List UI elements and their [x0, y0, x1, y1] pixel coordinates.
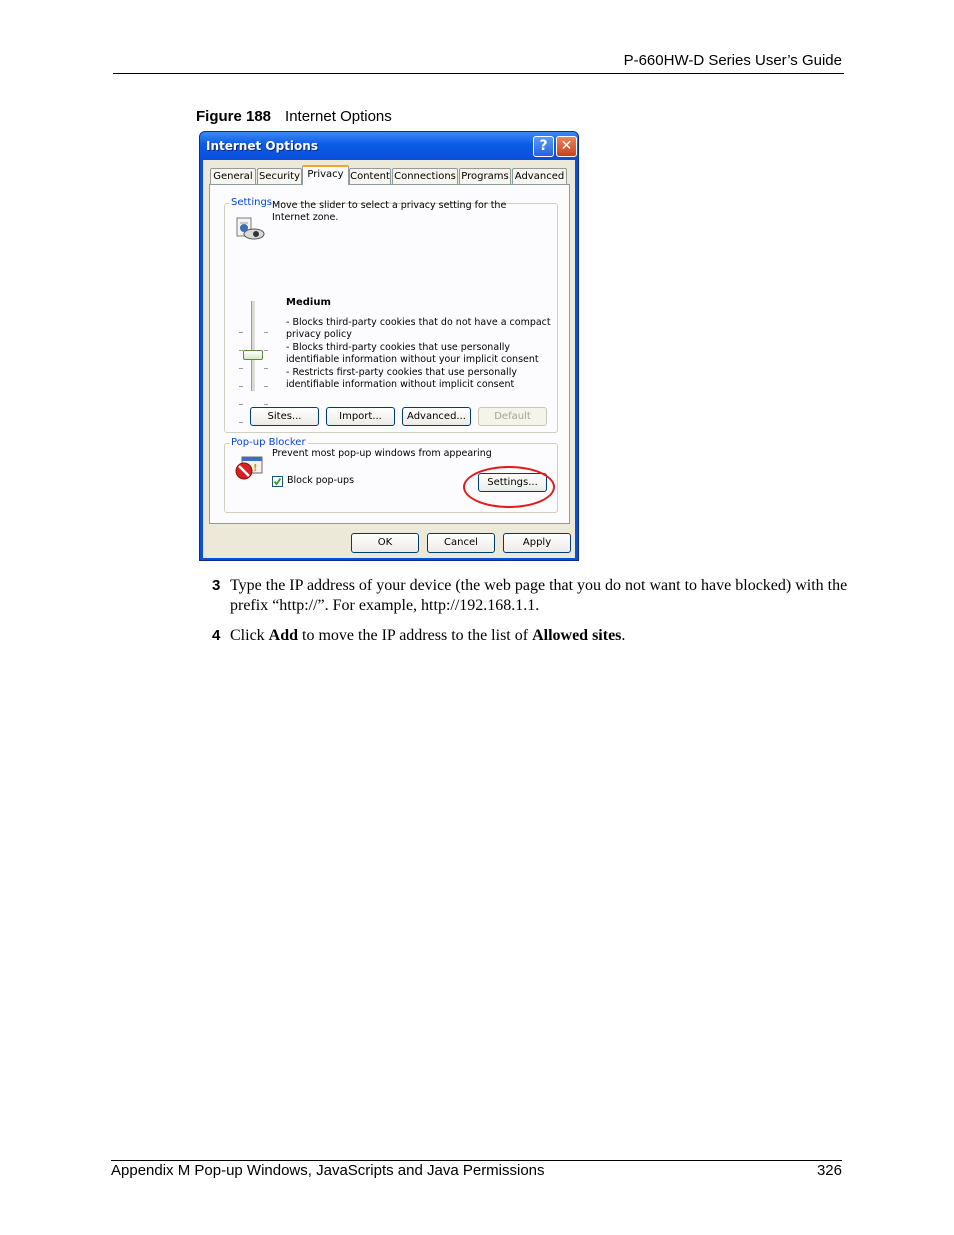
- advanced-button[interactable]: Advanced...: [402, 407, 471, 426]
- privacy-rule: - Blocks third-party cookies that use pe…: [286, 341, 539, 366]
- privacy-icon: [236, 217, 265, 240]
- privacy-rule: - Restricts first-party cookies that use…: [286, 366, 517, 391]
- privacy-slider-thumb[interactable]: [243, 350, 263, 360]
- step-text: Click Add to move the IP address to the …: [230, 626, 850, 646]
- block-popups-label: Block pop-ups: [287, 475, 355, 486]
- slider-tick: [264, 386, 268, 387]
- tab-privacy[interactable]: Privacy: [302, 165, 349, 185]
- privacy-level: Medium: [286, 297, 331, 308]
- step-text-part: Click: [230, 627, 269, 644]
- sites-button[interactable]: Sites...: [250, 407, 319, 426]
- apply-button[interactable]: Apply: [503, 533, 571, 553]
- default-button: Default: [478, 407, 547, 426]
- slider-tick: [239, 404, 243, 405]
- page-number: 326: [816, 1162, 842, 1179]
- tab-advanced[interactable]: Advanced: [512, 168, 567, 184]
- slider-tick: [239, 386, 243, 387]
- popup-blocker-icon: !: [235, 456, 263, 480]
- page-header-title: P-660HW-D Series User’s Guide: [623, 52, 842, 69]
- help-icon: ?: [539, 138, 548, 154]
- close-icon: ✕: [560, 138, 573, 154]
- privacy-slider-track[interactable]: [251, 301, 256, 391]
- close-button[interactable]: ✕: [556, 136, 577, 157]
- step-number: 3: [212, 577, 221, 594]
- figure-label: Figure 188: [196, 108, 272, 125]
- import-button[interactable]: Import...: [326, 407, 395, 426]
- step-text-part: to move the IP address to the list of: [298, 627, 533, 644]
- tab-programs[interactable]: Programs: [459, 168, 511, 184]
- tab-security[interactable]: Security: [257, 168, 302, 184]
- tab-general[interactable]: General: [210, 168, 256, 184]
- help-button[interactable]: ?: [533, 136, 554, 157]
- tab-content[interactable]: Content: [349, 168, 391, 184]
- slider-tick: [239, 332, 243, 333]
- figure-caption: Figure 188 Internet Options: [196, 108, 392, 125]
- ok-button[interactable]: OK: [351, 533, 419, 553]
- slider-tick: [239, 422, 243, 423]
- privacy-rule: - Blocks third-party cookies that do not…: [286, 317, 551, 341]
- cancel-button[interactable]: Cancel: [427, 533, 495, 553]
- block-popups-checkbox[interactable]: [272, 476, 283, 487]
- slider-tick: [264, 404, 268, 405]
- settings-group-label: Settings: [229, 197, 275, 208]
- allowed-sites-term: Allowed sites: [532, 627, 622, 644]
- privacy-instruction: Move the slider to select a privacy sett…: [272, 200, 507, 224]
- highlight-ellipse: [463, 466, 555, 508]
- figure-title: Internet Options: [285, 108, 392, 125]
- dialog-title: Internet Options: [206, 139, 318, 153]
- footer-section-title: Appendix M Pop-up Windows, JavaScripts a…: [111, 1162, 545, 1179]
- step-number: 4: [212, 627, 221, 644]
- slider-tick: [264, 368, 268, 369]
- tab-connections[interactable]: Connections: [392, 168, 458, 184]
- privacy-rules: - Blocks third-party cookies that do not…: [286, 317, 554, 391]
- popup-group-label: Pop-up Blocker: [229, 437, 308, 448]
- title-bar[interactable]: Internet Options ? ✕: [200, 132, 578, 160]
- slider-tick: [239, 368, 243, 369]
- slider-tick: [264, 350, 268, 351]
- add-term: Add: [268, 627, 299, 644]
- slider-tick: [264, 332, 268, 333]
- step-text-part: .: [621, 627, 626, 644]
- footer-rule: [111, 1160, 842, 1161]
- popup-description: Prevent most pop-up windows from appeari…: [272, 448, 492, 459]
- header-rule: [113, 73, 844, 74]
- svg-text:!: !: [253, 463, 258, 474]
- step-text: Type the IP address of your device (the …: [230, 577, 848, 614]
- checkmark-icon: [273, 477, 282, 486]
